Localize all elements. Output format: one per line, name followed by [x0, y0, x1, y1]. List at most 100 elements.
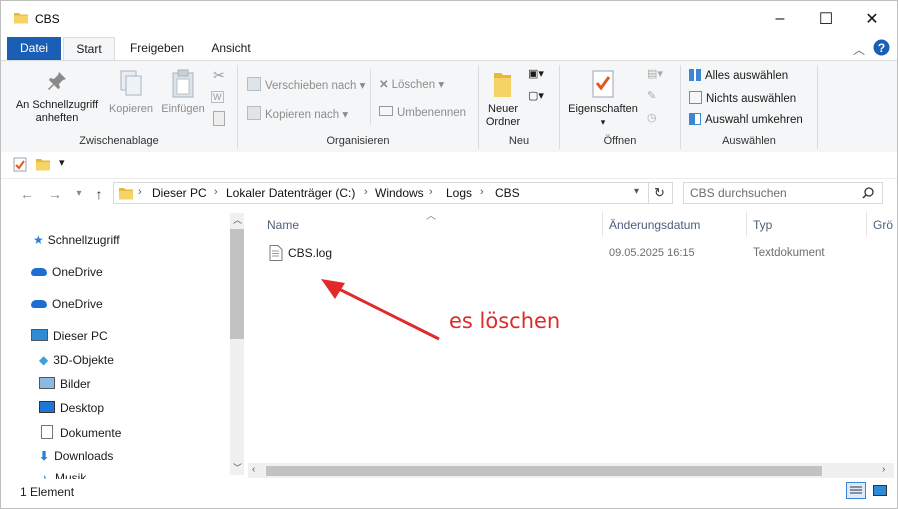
breadcrumb-separator-icon: › — [214, 186, 218, 198]
scroll-down-icon[interactable]: ﹀ — [233, 461, 242, 474]
ribbon: An Schnellzugriff anheften Kopieren Einf… — [1, 60, 897, 154]
nav-desktop[interactable]: Desktop — [39, 401, 104, 415]
pin-quick-access-button[interactable]: An Schnellzugriff anheften — [9, 69, 105, 125]
copy-to-button[interactable]: Kopieren nach ▾ — [247, 106, 348, 121]
cut-icon[interactable]: ✂ — [213, 67, 225, 84]
new-item-icon[interactable]: ▣▾ — [528, 67, 544, 80]
easy-access-icon[interactable]: ▢▾ — [528, 89, 544, 102]
copy-to-icon — [247, 106, 261, 120]
group-divider — [817, 65, 818, 149]
invert-selection-button[interactable]: Auswahl umkehren — [689, 113, 803, 126]
breadcrumb-dieser-pc[interactable]: Dieser PC — [152, 186, 207, 200]
search-box[interactable]: CBS durchsuchen — [683, 182, 883, 204]
customize-toolbar-icon[interactable]: ▾ — [59, 156, 65, 169]
properties-icon[interactable] — [13, 157, 27, 172]
close-button[interactable]: ✕ — [849, 1, 895, 37]
horizontal-scroll-thumb[interactable] — [266, 466, 822, 476]
breadcrumb-logs[interactable]: Logs — [446, 186, 472, 200]
edit-icon[interactable]: ✎ — [647, 89, 656, 102]
item-count: 1 Element — [20, 485, 75, 499]
nav-documents[interactable]: Dokumente — [41, 425, 121, 440]
column-divider[interactable] — [866, 211, 867, 237]
paste-shortcut-icon[interactable] — [213, 111, 225, 126]
tab-datei[interactable]: Datei — [7, 37, 61, 61]
up-button[interactable]: ↑ — [89, 184, 109, 204]
scroll-up-icon[interactable]: ︿ — [233, 213, 242, 226]
breadcrumb-separator-icon: › — [364, 186, 368, 198]
column-divider[interactable] — [602, 211, 603, 237]
quick-access-toolbar: ▾ — [1, 152, 897, 179]
scroll-right-icon[interactable]: › — [882, 464, 885, 475]
tab-freigeben[interactable]: Freigeben — [123, 37, 191, 61]
new-folder-icon[interactable] — [35, 156, 51, 172]
delete-icon: ✕ — [379, 79, 389, 91]
move-to-button[interactable]: Verschieben nach ▾ — [247, 77, 365, 92]
minimize-button[interactable]: – — [757, 1, 803, 37]
details-view-button[interactable] — [846, 482, 866, 499]
nav-downloads[interactable]: ⬇ Downloads — [39, 449, 113, 463]
scroll-left-icon[interactable]: ‹ — [252, 464, 255, 475]
breadcrumb-separator-icon: › — [480, 186, 484, 198]
cloud-icon — [31, 268, 47, 276]
paste-button[interactable]: Einfügen — [157, 69, 209, 116]
sort-ascending-icon: ︿ — [426, 211, 436, 222]
large-icons-view-button[interactable] — [870, 482, 890, 499]
file-date: 09.05.2025 16:15 — [609, 247, 695, 259]
select-all-button[interactable]: Alles auswählen — [689, 69, 788, 82]
maximize-button[interactable]: ☐ — [803, 1, 849, 37]
address-row: ← → ▾ ↑ › Dieser PC › Lokaler Datenträge… — [1, 179, 897, 209]
music-icon: ♪ — [41, 471, 47, 479]
rename-button[interactable]: Umbenennen — [379, 106, 466, 119]
copy-button[interactable]: Kopieren — [105, 69, 157, 116]
new-folder-icon — [494, 73, 511, 97]
new-folder-button[interactable]: Neuer Ordner — [481, 69, 525, 129]
address-divider — [648, 183, 649, 203]
content-horizontal-scrollbar[interactable]: ‹ › — [248, 463, 894, 478]
column-header-date[interactable]: Änderungsdatum — [609, 218, 700, 232]
column-divider[interactable] — [746, 211, 747, 237]
nav-scroll-thumb[interactable] — [230, 229, 244, 339]
address-dropdown-icon[interactable]: ▾ — [634, 186, 639, 197]
help-icon[interactable]: ? — [873, 39, 890, 56]
nav-this-pc[interactable]: Dieser PC — [31, 329, 108, 343]
breadcrumb-windows[interactable]: Windows — [375, 186, 424, 200]
forward-button[interactable]: → — [45, 184, 65, 204]
copy-path-icon[interactable]: W — [211, 91, 224, 103]
tab-ansicht[interactable]: Ansicht — [203, 37, 259, 61]
collapse-ribbon-icon[interactable]: ︿ — [853, 41, 865, 58]
computer-icon — [31, 329, 48, 341]
rename-icon — [379, 106, 393, 116]
select-none-icon — [689, 91, 702, 104]
select-all-icon — [689, 69, 701, 81]
column-header-name[interactable]: Name — [267, 218, 299, 232]
nav-music[interactable]: ♪ Musik — [41, 471, 86, 479]
breadcrumb-drive-c[interactable]: Lokaler Datenträger (C:) — [226, 186, 355, 200]
open-icon[interactable]: ▤▾ — [647, 67, 663, 80]
breadcrumb-separator-icon: › — [429, 186, 433, 198]
nav-scrollbar[interactable]: ︿ ﹀ — [230, 213, 244, 475]
nav-3d-objects[interactable]: ◆ 3D-Objekte — [39, 353, 114, 367]
column-header-size[interactable]: Grö — [873, 218, 893, 232]
search-icon[interactable] — [862, 187, 874, 199]
search-input[interactable]: CBS durchsuchen — [690, 186, 787, 200]
history-icon[interactable]: ◷ — [647, 111, 657, 124]
address-bar[interactable]: › Dieser PC › Lokaler Datenträger (C:) ›… — [113, 182, 673, 204]
delete-button[interactable]: ✕ Löschen ▾ — [379, 77, 444, 91]
text-file-icon — [269, 245, 283, 261]
nav-onedrive-1[interactable]: OneDrive — [31, 265, 103, 279]
back-button[interactable]: ← — [17, 184, 37, 204]
cube-icon: ◆ — [39, 353, 49, 367]
properties-button[interactable]: Eigenschaften ▾ — [563, 69, 643, 129]
group-divider — [370, 69, 371, 125]
pictures-icon — [39, 377, 55, 389]
breadcrumb-cbs[interactable]: CBS — [495, 186, 520, 200]
refresh-icon[interactable]: ↻ — [654, 185, 665, 201]
select-none-button[interactable]: Nichts auswählen — [689, 91, 796, 105]
tab-start[interactable]: Start — [63, 37, 115, 61]
group-label-organize: Organisieren — [326, 135, 390, 147]
recent-locations-button[interactable]: ▾ — [69, 184, 89, 204]
nav-quick-access[interactable]: ★ Schnellzugriff — [33, 233, 120, 247]
nav-onedrive-2[interactable]: OneDrive — [31, 297, 103, 311]
column-header-type[interactable]: Typ — [753, 218, 772, 232]
nav-pictures[interactable]: Bilder — [39, 377, 91, 391]
